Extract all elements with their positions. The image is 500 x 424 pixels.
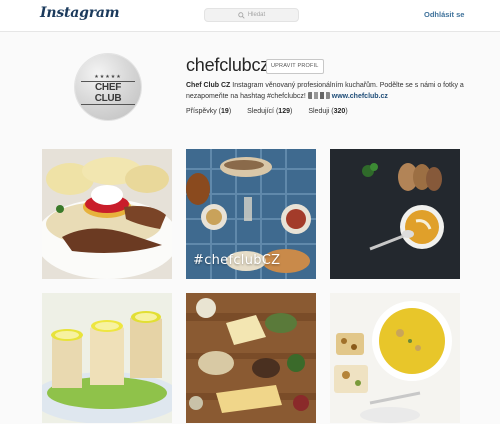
stat-followers[interactable]: Sledující (129)	[247, 108, 292, 115]
avatar-stars: ★★★★★	[94, 74, 122, 80]
stat-followers-label: Sledující	[247, 108, 275, 115]
post-tile-soup-bread[interactable]	[330, 149, 460, 279]
post-tile-lemon-terrines[interactable]	[42, 293, 172, 423]
top-nav: Instagram Hledat Odhlásit se	[0, 0, 500, 32]
search-input[interactable]: Hledat	[204, 8, 299, 22]
post-tile-yellow-soup[interactable]	[330, 293, 460, 423]
post-tile-cheese-board[interactable]	[186, 293, 316, 423]
edit-profile-button[interactable]: UPRAVIT PROFIL	[266, 59, 324, 74]
post-image	[330, 293, 460, 423]
logout-link[interactable]: Odhlásit se	[424, 10, 464, 19]
post-image	[42, 293, 172, 423]
post-tile-table-feast[interactable]: #chefclubCZ	[186, 149, 316, 279]
post-image	[42, 149, 172, 279]
search-placeholder: Hledat	[247, 12, 266, 18]
bio-name: Chef Club CZ	[186, 82, 231, 89]
post-hashtag-overlay: #chefclubCZ	[193, 253, 281, 268]
avatar-logo-text: CHEF CLUB	[81, 81, 135, 105]
profile-username: chefclubcz	[186, 55, 270, 75]
bio-website-link[interactable]: www.chefclub.cz	[332, 93, 388, 100]
stat-posts[interactable]: Příspěvky (19)	[186, 108, 231, 115]
stat-following-label: Sleduji	[308, 108, 330, 115]
avatar[interactable]: ★★★★★ CHEF CLUB	[75, 54, 141, 120]
post-image	[330, 149, 460, 279]
stat-following[interactable]: Sleduji (320)	[308, 108, 347, 115]
instagram-logo[interactable]: Instagram	[40, 5, 120, 21]
stat-following-value: 320	[333, 108, 346, 115]
stat-posts-value: 19	[221, 108, 229, 115]
post-tile-svickova[interactable]	[42, 149, 172, 279]
post-image	[186, 293, 316, 423]
profile-stats: Příspěvky (19) Sledující (129) Sleduji (…	[186, 108, 364, 115]
search-icon	[238, 11, 245, 19]
emoji-icons	[307, 92, 330, 99]
stat-posts-label: Příspěvky	[186, 108, 217, 115]
profile-bio: Chef Club CZ Instagram věnovaný profesio…	[186, 80, 466, 102]
stat-followers-value: 129	[278, 108, 290, 115]
